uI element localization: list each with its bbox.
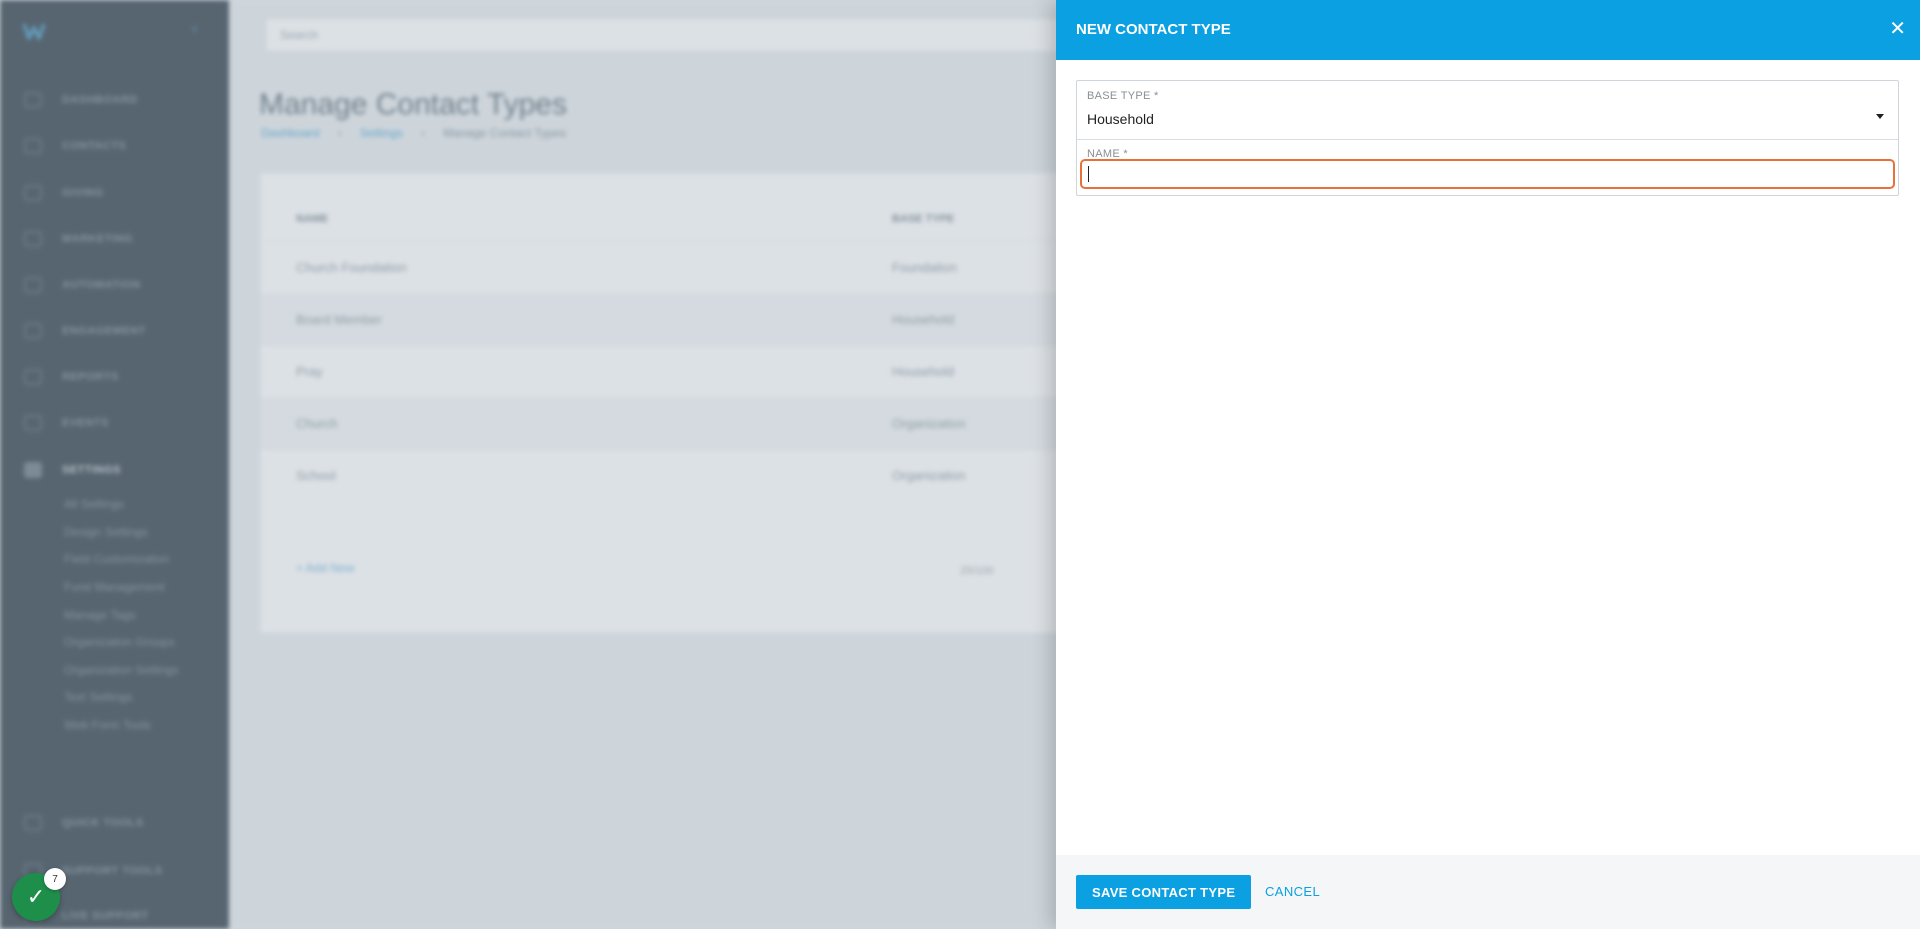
chevron-down-icon [1876, 114, 1884, 119]
text-cursor [1088, 166, 1089, 182]
base-type-label: BASE TYPE * [1087, 90, 1159, 102]
contact-type-form: BASE TYPE * Household NAME * [1076, 80, 1899, 196]
base-type-value: Household [1087, 111, 1154, 127]
check-icon: ✓ [26, 884, 46, 909]
status-count-badge: 7 [44, 868, 66, 890]
cancel-button[interactable]: CANCEL [1265, 884, 1320, 899]
name-input[interactable] [1080, 159, 1895, 189]
base-type-select[interactable]: BASE TYPE * Household [1077, 81, 1898, 140]
drawer-header: NEW CONTACT TYPE ✕ [1056, 0, 1920, 60]
close-icon[interactable]: ✕ [1889, 17, 1906, 41]
drawer-title: NEW CONTACT TYPE [1076, 21, 1231, 38]
new-contact-type-drawer: NEW CONTACT TYPE ✕ BASE TYPE * Household… [1056, 0, 1920, 929]
save-contact-type-button[interactable]: SAVE CONTACT TYPE [1076, 875, 1252, 909]
drawer-footer: SAVE CONTACT TYPE CANCEL [1056, 855, 1920, 929]
